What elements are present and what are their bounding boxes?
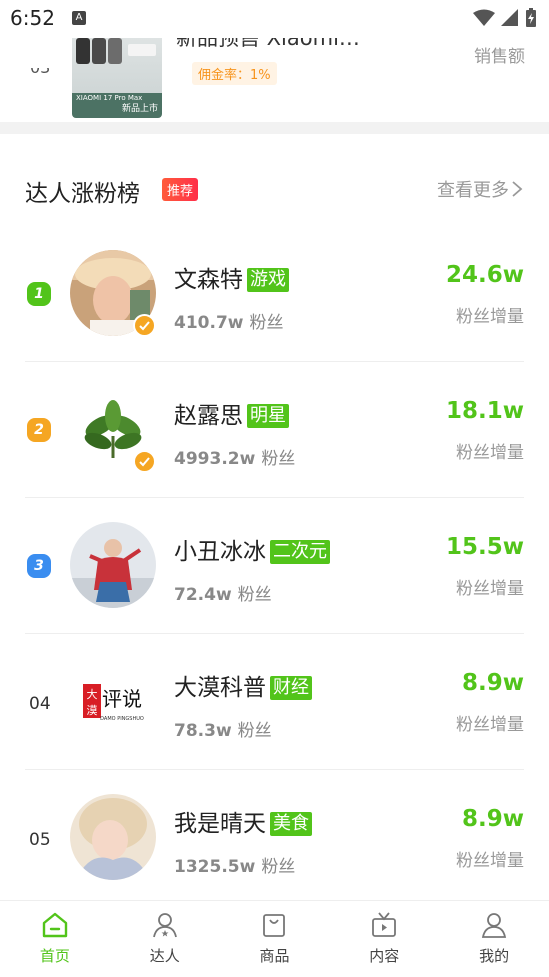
- product-thumbnail: XIAOMI 17 Pro Max 新品上市: [72, 34, 162, 118]
- tab-label: 达人: [149, 947, 180, 965]
- creator-name-text: 赵露思: [174, 403, 243, 429]
- signal-icon: [501, 9, 518, 26]
- chevron-right-icon: [512, 181, 523, 197]
- fans-value: 78.3w: [174, 721, 232, 741]
- section-divider: [0, 122, 549, 134]
- bottom-tab-bar: 首页 达人 商品 内容 我的: [0, 900, 549, 977]
- category-tag: 明星: [247, 404, 289, 428]
- fans-count: 78.3w 粉丝: [174, 716, 272, 741]
- fans-growth-value: 8.9w: [462, 670, 524, 696]
- person-star-icon: [152, 913, 177, 938]
- category-tag: 财经: [270, 676, 312, 700]
- commission-badge: 佣金率：1%: [192, 62, 277, 85]
- avatar: [70, 794, 156, 880]
- fans-value: 72.4w: [174, 585, 232, 605]
- home-icon: [42, 912, 68, 938]
- avatar-logo-line1-char1: 大: [87, 687, 98, 701]
- creator-name: 文森特 游戏: [174, 260, 289, 294]
- creator-row[interactable]: 2 赵露思 明星 4993.2w 粉丝 18.1w 粉丝增量: [0, 362, 549, 498]
- avatar-logo-sub: DAMO PINGSHUO: [100, 716, 144, 722]
- rank-number: 05: [29, 830, 51, 850]
- rank-badge: 1: [27, 282, 51, 306]
- battery-icon: [526, 8, 536, 27]
- fans-count: 72.4w 粉丝: [174, 580, 272, 605]
- fans-suffix: 粉丝: [261, 857, 296, 877]
- creator-ranking-list: 1 文森特 游戏 410.7w 粉丝 24.6w 粉丝增量 2 赵露思 明星 4…: [0, 226, 549, 906]
- verified-badge-icon: [133, 450, 156, 473]
- status-bar: 6:52 A: [0, 0, 549, 38]
- fans-suffix: 粉丝: [249, 313, 284, 333]
- avatar-logo-line2: 评说: [102, 687, 142, 711]
- creator-name: 赵露思 明星: [174, 396, 289, 430]
- category-tag: 二次元: [270, 540, 330, 564]
- creator-name-text: 小丑冰冰: [174, 539, 266, 565]
- rank-number: 04: [29, 694, 51, 714]
- view-more-link[interactable]: 查看更多: [437, 176, 523, 202]
- wifi-icon: [473, 9, 495, 26]
- metric-label: 销售额: [474, 47, 525, 67]
- bag-icon: [263, 914, 286, 937]
- status-time: 6:52: [10, 6, 55, 30]
- section-title: 达人涨粉榜: [25, 181, 140, 207]
- creator-row[interactable]: 1 文森特 游戏 410.7w 粉丝 24.6w 粉丝增量: [0, 226, 549, 362]
- fans-value: 1325.5w: [174, 857, 256, 877]
- fans-suffix: 粉丝: [237, 585, 272, 605]
- user-icon: [481, 913, 507, 938]
- view-more-label: 查看更多: [437, 180, 509, 201]
- creator-row[interactable]: 3 小丑冰冰 二次元 72.4w 粉丝 15.5w 粉丝增量: [0, 498, 549, 634]
- rank-badge: 2: [27, 418, 51, 442]
- fans-count: 4993.2w 粉丝: [174, 444, 295, 469]
- avatar-logo-line1-char2: 漠: [87, 704, 98, 717]
- fans-growth-label: 粉丝增量: [456, 307, 524, 327]
- creator-name: 我是晴天 美食: [174, 804, 312, 838]
- fans-value: 410.7w: [174, 313, 244, 333]
- avatar: 大 漠 评说 DAMO PINGSHUO: [70, 658, 156, 744]
- verified-badge-icon: [133, 314, 156, 337]
- fans-value: 4993.2w: [174, 449, 256, 469]
- fans-growth-label: 粉丝增量: [456, 851, 524, 871]
- creator-row[interactable]: 05 我是晴天 美食 1325.5w 粉丝 8.9w 粉丝增量: [0, 770, 549, 906]
- fans-growth-label: 粉丝增量: [456, 443, 524, 463]
- creator-name-text: 大漠科普: [174, 675, 266, 701]
- creator-name-text: 我是晴天: [174, 811, 266, 837]
- fans-growth-value: 15.5w: [446, 534, 524, 560]
- creator-row[interactable]: 04 大 漠 评说 DAMO PINGSHUO 大漠科普 财经 78.3w 粉丝 8…: [0, 634, 549, 770]
- product-rank: 03: [30, 58, 51, 77]
- fans-count: 410.7w 粉丝: [174, 308, 283, 333]
- tab-products[interactable]: 商品: [220, 901, 330, 977]
- product-list-item[interactable]: 03 XIAOMI 17 Pro Max 新品上市 新品预售 Xiaomi… 佣…: [0, 26, 549, 120]
- tab-creators[interactable]: 达人: [110, 901, 220, 977]
- creator-name: 大漠科普 财经: [174, 668, 312, 702]
- section-header: 达人涨粉榜 推荐 查看更多: [0, 160, 549, 212]
- product-thumbnail-tag: 新品上市: [121, 104, 158, 114]
- tab-content[interactable]: 内容: [329, 901, 439, 977]
- fans-growth-label: 粉丝增量: [456, 579, 524, 599]
- fans-growth-value: 18.1w: [446, 398, 524, 424]
- fans-count: 1325.5w 粉丝: [174, 852, 295, 877]
- tab-label: 内容: [369, 947, 400, 965]
- category-tag: 游戏: [247, 268, 289, 292]
- fans-suffix: 粉丝: [237, 721, 272, 741]
- rank-badge: 3: [27, 554, 51, 578]
- tab-profile[interactable]: 我的: [439, 901, 549, 977]
- category-tag: 美食: [270, 812, 312, 836]
- fans-growth-value: 24.6w: [446, 262, 524, 288]
- status-icons: [473, 8, 537, 28]
- avatar: [70, 522, 156, 608]
- fans-growth-value: 8.9w: [462, 806, 524, 832]
- tab-label: 我的: [479, 947, 510, 965]
- creator-name-text: 文森特: [174, 267, 243, 293]
- recommend-badge: 推荐: [162, 178, 199, 201]
- fans-growth-label: 粉丝增量: [456, 715, 524, 735]
- tv-icon: [372, 912, 397, 937]
- tab-label: 首页: [39, 947, 70, 965]
- notification-icon: A: [72, 11, 86, 25]
- tab-home[interactable]: 首页: [0, 901, 110, 977]
- tab-label: 商品: [259, 947, 290, 965]
- creator-name: 小丑冰冰 二次元: [174, 532, 330, 566]
- fans-suffix: 粉丝: [261, 449, 296, 469]
